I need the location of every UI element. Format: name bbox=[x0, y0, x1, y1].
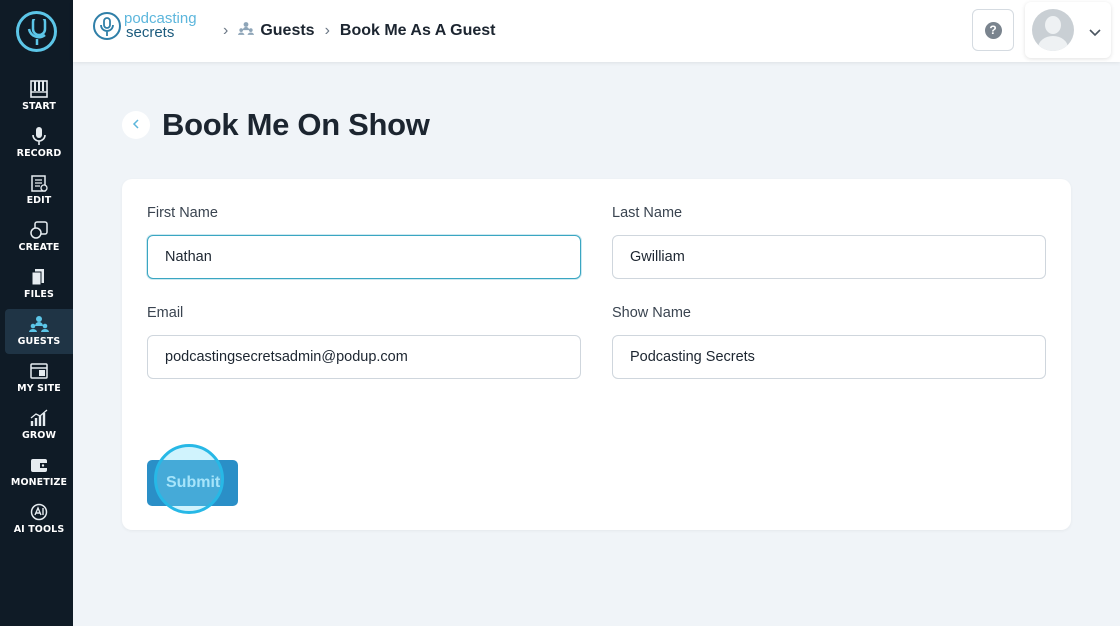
guests-icon bbox=[29, 314, 49, 334]
chevron-left-icon bbox=[132, 116, 140, 134]
first-name-label: First Name bbox=[147, 205, 218, 221]
sidebar-item-label: MY SITE bbox=[17, 383, 61, 394]
chevron-down-icon bbox=[1089, 24, 1101, 42]
brand-name: podcasting secrets bbox=[124, 11, 197, 41]
sidebar-item-start[interactable]: START bbox=[5, 74, 73, 119]
sidebar-item-ai-tools[interactable]: AI TOOLS bbox=[5, 497, 73, 542]
brand-logo[interactable]: podcasting secrets bbox=[93, 11, 197, 41]
sidebar-item-edit[interactable]: EDIT bbox=[5, 168, 73, 213]
sidebar-item-my-site[interactable]: MY SITE bbox=[5, 356, 73, 401]
show-name-input[interactable] bbox=[612, 335, 1046, 379]
ai-icon bbox=[29, 502, 49, 522]
chevron-right-icon: › bbox=[223, 22, 229, 39]
booking-form-card: First Name Last Name Email Show Name Sub… bbox=[122, 179, 1071, 530]
website-icon bbox=[29, 361, 49, 381]
wallet-icon bbox=[29, 455, 49, 475]
files-icon bbox=[29, 267, 49, 287]
piano-icon bbox=[29, 79, 49, 99]
sidebar-item-label: MONETIZE bbox=[10, 477, 68, 488]
last-name-label: Last Name bbox=[612, 205, 683, 221]
email-label: Email bbox=[147, 305, 184, 321]
microphone-icon bbox=[29, 126, 49, 146]
sidebar-item-label: GUESTS bbox=[17, 336, 61, 347]
sidebar-item-create[interactable]: CREATE bbox=[5, 215, 73, 260]
submit-button[interactable]: Submit bbox=[147, 460, 238, 506]
top-header: podcasting secrets › Guests › Book Me As… bbox=[73, 0, 1120, 62]
sidebar-item-label: CREATE bbox=[18, 242, 60, 253]
help-icon: ? bbox=[984, 21, 1002, 39]
sidebar-item-grow[interactable]: GROW bbox=[5, 403, 73, 448]
chevron-right-icon: › bbox=[324, 22, 330, 39]
sidebar-item-label: FILES bbox=[24, 289, 54, 300]
breadcrumb: › Guests › Book Me As A Guest bbox=[213, 20, 495, 42]
sidebar-item-label: START bbox=[22, 101, 56, 112]
last-name-input[interactable] bbox=[612, 235, 1046, 279]
podcasting-secrets-logo-icon bbox=[93, 12, 121, 40]
sidebar-item-label: GROW bbox=[21, 430, 57, 441]
profile-menu-button[interactable] bbox=[1025, 2, 1111, 58]
create-icon bbox=[29, 220, 49, 240]
guests-icon bbox=[238, 21, 255, 41]
email-input[interactable] bbox=[147, 335, 581, 379]
chart-icon bbox=[29, 408, 49, 428]
back-button[interactable] bbox=[122, 111, 150, 139]
brand-line-2: secrets bbox=[126, 24, 175, 41]
show-name-label: Show Name bbox=[612, 305, 691, 321]
page-title: Book Me On Show bbox=[162, 107, 430, 142]
edit-icon bbox=[29, 173, 49, 193]
sidebar-item-monetize[interactable]: MONETIZE bbox=[5, 450, 73, 495]
sidebar: START RECORD EDIT CREATE FILES GUESTS MY… bbox=[0, 0, 73, 626]
sidebar-item-guests[interactable]: GUESTS bbox=[5, 309, 73, 354]
first-name-input[interactable] bbox=[147, 235, 581, 279]
breadcrumb-current-page: Book Me As A Guest bbox=[339, 22, 496, 39]
sidebar-item-record[interactable]: RECORD bbox=[5, 121, 73, 166]
app-logo-icon[interactable] bbox=[16, 11, 57, 52]
breadcrumb-guests-link[interactable]: Guests bbox=[260, 22, 314, 40]
sidebar-item-files[interactable]: FILES bbox=[5, 262, 73, 307]
sidebar-item-label: EDIT bbox=[26, 195, 52, 206]
sidebar-item-label: RECORD bbox=[16, 148, 62, 159]
avatar bbox=[1032, 9, 1074, 51]
sidebar-item-label: AI TOOLS bbox=[13, 524, 65, 535]
help-button[interactable]: ? bbox=[972, 9, 1014, 51]
